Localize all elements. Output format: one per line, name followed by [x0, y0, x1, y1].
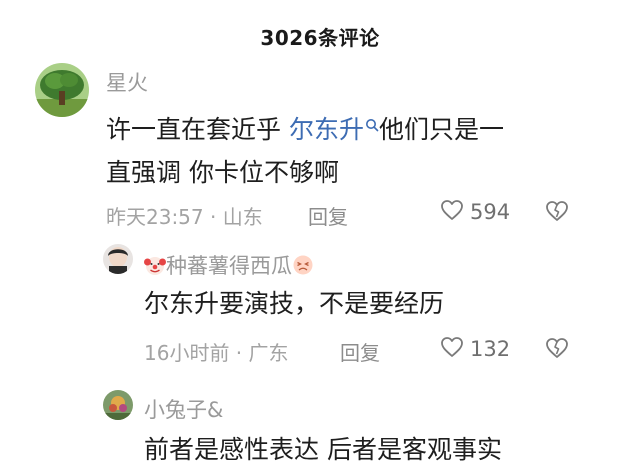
comment-text-part: 许一直在套近乎 [106, 115, 289, 144]
like-button[interactable]: 132 [440, 336, 510, 362]
comment-text-part: 直强调 你卡位不够啊 [106, 158, 339, 187]
mention-link[interactable]: 尔东升 [289, 115, 379, 144]
like-button[interactable]: 594 [440, 199, 510, 225]
comment-text: 前者是感性表达 后者是客观事实 [144, 435, 502, 464]
comment-author-label: 种蕃薯得西瓜 [166, 254, 292, 278]
mention-label: 尔东升 [288, 115, 364, 144]
broken-heart-icon [545, 201, 569, 226]
clown-face-icon [144, 254, 166, 281]
like-count: 594 [470, 200, 511, 224]
broken-heart-icon [545, 338, 569, 363]
reply-button[interactable]: 回复 [340, 337, 380, 366]
comments-count-title: 3026条评论 [260, 26, 380, 50]
heart-icon [440, 199, 464, 225]
comment-meta: 16小时前 · 广东 [144, 341, 289, 365]
comment-text: 尔东升要演技，不是要经历 [144, 289, 445, 318]
reply-button[interactable]: 回复 [308, 201, 348, 230]
comment-author[interactable]: 小兔子& [144, 394, 223, 424]
avatar[interactable] [35, 63, 89, 117]
comment-text: 许一直在套近乎 尔东升 他们只是一 直强调 你卡位不够啊 [106, 102, 606, 194]
tired-face-icon [292, 254, 314, 281]
comment-meta: 昨天23:57 · 山东 [106, 205, 263, 229]
dislike-button[interactable] [545, 200, 569, 226]
comment-author[interactable]: 种蕃薯得西瓜 [144, 250, 314, 281]
like-count: 132 [470, 337, 511, 361]
comment-author[interactable]: 星火 [106, 67, 148, 97]
dislike-button[interactable] [545, 337, 569, 363]
comment-text-part: 他们只是一 [378, 115, 504, 144]
avatar[interactable] [103, 390, 133, 420]
search-icon [365, 102, 379, 145]
heart-icon [440, 336, 464, 362]
avatar[interactable] [103, 244, 133, 274]
comments-screen: 3026条评论 星火 许一直在套近乎 尔东升 他们只是一 直强调 你卡位不够啊 昨… [0, 0, 640, 475]
